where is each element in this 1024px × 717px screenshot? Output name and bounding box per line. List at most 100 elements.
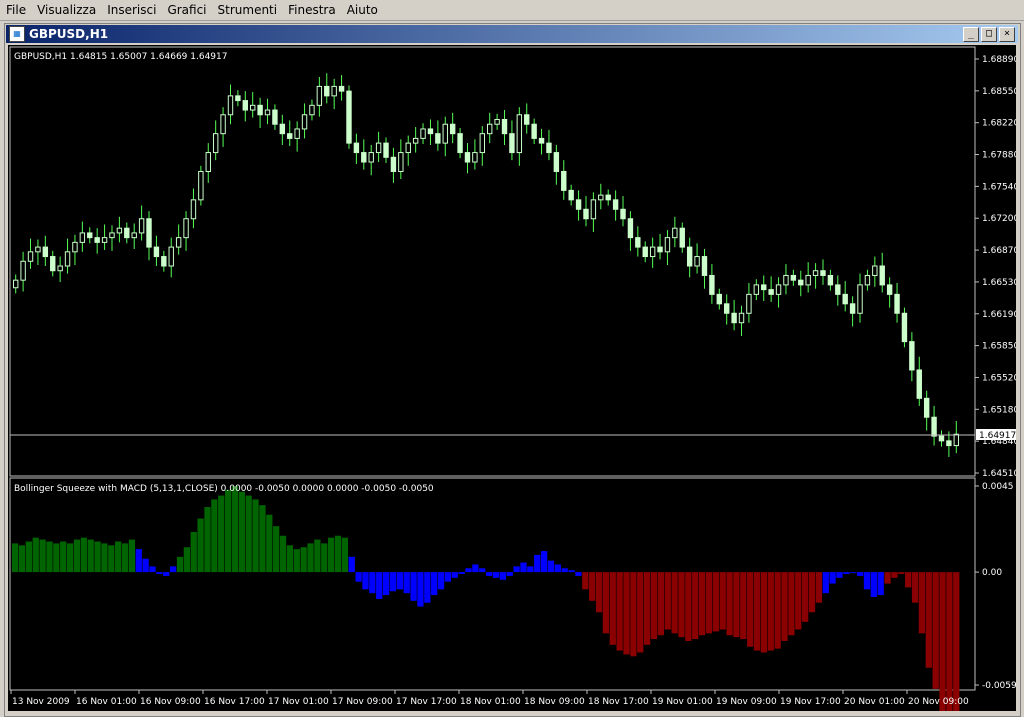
candle-body-up bbox=[64, 251, 71, 267]
histogram-bar bbox=[650, 572, 658, 640]
histogram-bar bbox=[486, 572, 493, 576]
candle-body-down bbox=[612, 199, 619, 210]
candle-body-up bbox=[598, 194, 604, 201]
candle-body-down bbox=[146, 218, 152, 248]
candle-body-down bbox=[257, 104, 263, 116]
candle-body-down bbox=[287, 133, 293, 139]
histogram-bar bbox=[437, 572, 445, 590]
candle-body-down bbox=[575, 199, 582, 210]
candle-body-up bbox=[516, 114, 523, 154]
price-tick-label: 1.67880 bbox=[982, 151, 1016, 161]
candle-body-up bbox=[412, 137, 419, 144]
price-axis: 1.68890 1.68550 1.68220 1.67880 1.67540 1.672… bbox=[975, 55, 1019, 479]
histogram-bar bbox=[458, 572, 465, 575]
time-tick-label: 20 Nov 09:00 bbox=[908, 697, 969, 707]
histogram-bar bbox=[410, 572, 417, 601]
histogram-bar bbox=[850, 572, 857, 574]
chart-area[interactable]: GBPUSD,H1 1.64815 1.65007 1.64669 1.6491… bbox=[8, 45, 1019, 717]
histogram-bar bbox=[527, 566, 534, 573]
candle-body-up bbox=[205, 152, 211, 172]
histogram-bar bbox=[863, 572, 871, 590]
histogram-bar bbox=[121, 543, 129, 573]
close-button[interactable]: × bbox=[999, 27, 1015, 42]
candle-body-down bbox=[701, 256, 708, 276]
candle-body-down bbox=[827, 274, 834, 286]
histogram-bar bbox=[678, 572, 685, 638]
histogram-bar bbox=[25, 541, 33, 573]
histogram-bar bbox=[156, 572, 163, 575]
histogram-bar bbox=[369, 572, 376, 594]
histogram-bar bbox=[595, 572, 603, 613]
histogram-bar bbox=[905, 572, 912, 588]
candle-body-up bbox=[805, 274, 811, 286]
menu-aiuto[interactable]: Aiuto bbox=[342, 3, 383, 17]
time-tick-label: 13 Nov 2009 bbox=[12, 697, 70, 707]
menu-bar: File Visualizza Inserisci Grafici Strume… bbox=[0, 0, 1024, 21]
time-tick-label: 19 Nov 01:00 bbox=[652, 697, 713, 707]
chart-svg[interactable]: GBPUSD,H1 1.64815 1.65007 1.64669 1.6491… bbox=[8, 45, 1019, 717]
histogram-bar bbox=[630, 572, 637, 657]
minimize-button[interactable]: _ bbox=[963, 27, 979, 42]
candle-body-down bbox=[620, 208, 626, 220]
candle-body-up bbox=[264, 109, 271, 116]
menu-visualizza[interactable]: Visualizza bbox=[32, 3, 101, 17]
menu-grafici[interactable]: Grafici bbox=[162, 3, 211, 17]
histogram-bar bbox=[163, 572, 170, 576]
candle-body-down bbox=[642, 246, 648, 258]
candle-body-up bbox=[27, 251, 34, 262]
candle-body-down bbox=[353, 142, 360, 154]
price-tick-label: 1.67540 bbox=[982, 182, 1016, 192]
histogram-bar bbox=[321, 543, 328, 573]
candle-body-up bbox=[494, 118, 500, 125]
histogram-bar bbox=[843, 572, 850, 575]
candle-body-down bbox=[724, 303, 730, 314]
candle-body-down bbox=[820, 270, 826, 276]
candle-body-down bbox=[946, 440, 952, 447]
menu-finestra[interactable]: Finestra bbox=[283, 3, 341, 17]
histogram-bar bbox=[877, 572, 884, 596]
menu-file[interactable]: File bbox=[1, 3, 31, 17]
candle-body-down bbox=[153, 246, 160, 258]
candle-body-up bbox=[442, 123, 448, 144]
candle-body-down bbox=[50, 256, 56, 272]
candle-body-down bbox=[627, 218, 634, 239]
candle-body-down bbox=[279, 123, 286, 135]
histogram-bar bbox=[637, 572, 644, 653]
candle-body-down bbox=[798, 279, 804, 286]
histogram-bar bbox=[314, 539, 321, 573]
menu-inserisci[interactable]: Inserisci bbox=[102, 3, 161, 17]
histogram-bar bbox=[534, 554, 541, 573]
histogram-bar bbox=[671, 572, 678, 634]
menu-strumenti[interactable]: Strumenti bbox=[213, 3, 283, 17]
histogram-bar bbox=[808, 572, 816, 613]
histogram-bar bbox=[664, 572, 671, 630]
candle-body-down bbox=[879, 265, 885, 286]
price-tick-label: 1.65180 bbox=[982, 405, 1016, 415]
histogram-bar bbox=[149, 566, 156, 573]
candle-body-up bbox=[198, 170, 204, 201]
histogram-bar bbox=[348, 556, 355, 573]
time-tick-label: 19 Nov 09:00 bbox=[716, 697, 777, 707]
candle-body-up bbox=[109, 232, 115, 239]
price-panel-header: GBPUSD,H1 1.64815 1.65007 1.64669 1.6491… bbox=[14, 52, 227, 62]
histogram-bar bbox=[355, 572, 362, 582]
candle-body-down bbox=[427, 128, 434, 135]
histogram-bar bbox=[815, 572, 823, 603]
histogram-bar bbox=[616, 572, 623, 651]
candle-body-down bbox=[457, 133, 463, 154]
histogram-bar bbox=[252, 499, 259, 573]
histogram-bar bbox=[870, 572, 877, 597]
maximize-button[interactable]: □ bbox=[981, 27, 997, 42]
histogram-bar bbox=[465, 568, 472, 573]
indicator-histogram bbox=[12, 486, 960, 717]
histogram-bar bbox=[753, 572, 761, 651]
candle-body-up bbox=[57, 265, 63, 272]
window-titlebar[interactable]: ▦ GBPUSD,H1 _ □ × bbox=[6, 25, 1018, 43]
histogram-bar bbox=[18, 545, 26, 573]
histogram-bar bbox=[856, 572, 864, 576]
histogram-bar bbox=[733, 572, 740, 638]
histogram-bar bbox=[266, 514, 273, 573]
histogram-bar bbox=[382, 572, 390, 596]
candle-body-up bbox=[812, 270, 819, 276]
histogram-bar bbox=[540, 551, 548, 573]
